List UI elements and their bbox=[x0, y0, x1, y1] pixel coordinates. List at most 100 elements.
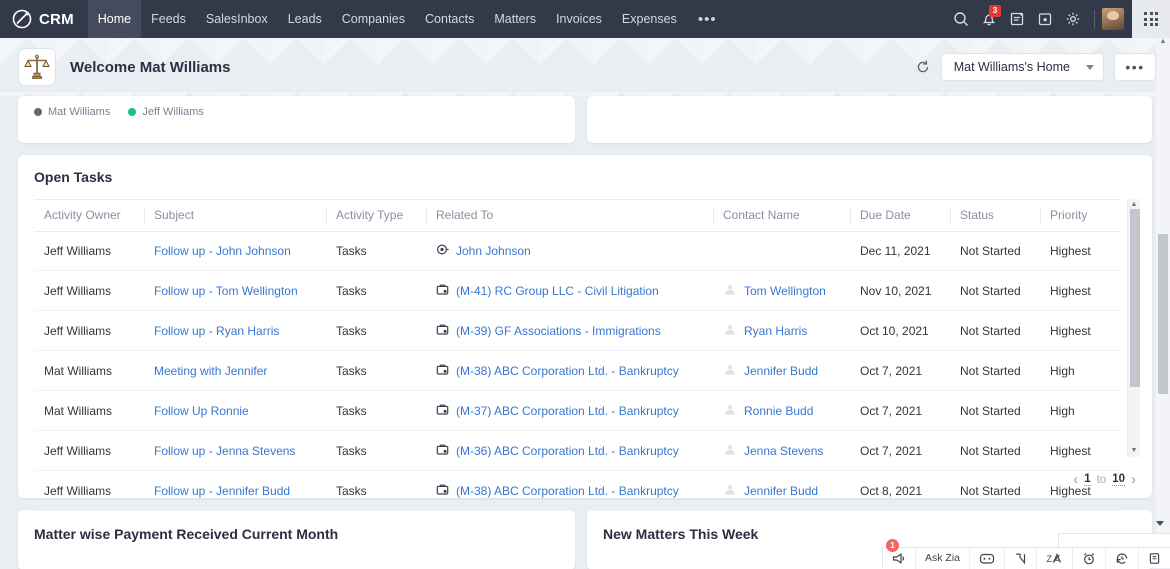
chevron-down-icon bbox=[1086, 65, 1094, 70]
col-activity-owner[interactable]: Activity Owner bbox=[34, 200, 144, 232]
cell-related-to-link[interactable]: (M-37) ABC Corporation Ltd. - Bankruptcy bbox=[456, 404, 679, 418]
table-pagination: ‹ 1 to 10 › bbox=[1073, 471, 1136, 488]
dashboard-body: Mat Williams Jeff Williams Open Tasks A bbox=[0, 96, 1170, 568]
zia-voice-icon[interactable]: Z bbox=[1037, 548, 1073, 569]
pagination-prev-button[interactable]: ‹ bbox=[1073, 471, 1078, 488]
cell-priority: High bbox=[1040, 351, 1120, 391]
nav-item-matters[interactable]: Matters bbox=[484, 0, 546, 38]
col-due-date[interactable]: Due Date bbox=[850, 200, 950, 232]
nav-item-salesinbox[interactable]: SalesInbox bbox=[196, 0, 278, 38]
recent-history-icon[interactable] bbox=[1106, 548, 1139, 569]
scroll-down-arrow-icon[interactable]: ▼ bbox=[1131, 445, 1138, 457]
cell-priority: Highest bbox=[1040, 271, 1120, 311]
refresh-icon[interactable] bbox=[915, 59, 931, 75]
cell-owner: Jeff Williams bbox=[34, 232, 144, 271]
cell-due-date: Oct 8, 2021 bbox=[850, 471, 950, 511]
cell-owner: Jeff Williams bbox=[34, 431, 144, 471]
nav-item-companies[interactable]: Companies bbox=[332, 0, 415, 38]
cell-subject-link[interactable]: Follow up - John Johnson bbox=[154, 244, 291, 258]
announcement-icon[interactable]: 1 bbox=[883, 548, 916, 569]
cell-subject-link[interactable]: Follow up - Tom Wellington bbox=[154, 284, 298, 298]
contact-avatar-icon bbox=[723, 442, 737, 459]
col-contact-name[interactable]: Contact Name bbox=[713, 200, 850, 232]
cell-contact-link[interactable]: Jennifer Budd bbox=[744, 484, 818, 498]
cell-priority: Highest bbox=[1040, 431, 1120, 471]
chat-bot-icon[interactable] bbox=[970, 548, 1005, 569]
page-more-actions-button[interactable]: ••• bbox=[1114, 53, 1156, 81]
table-row[interactable]: Jeff Williams Follow up - Ryan Harris Ta… bbox=[34, 311, 1120, 351]
cell-subject-link[interactable]: Follow up - Ryan Harris bbox=[154, 324, 279, 338]
col-subject[interactable]: Subject bbox=[144, 200, 326, 232]
table-row[interactable]: Jeff Williams Follow up - Jenna Stevens … bbox=[34, 431, 1120, 471]
table-row[interactable]: Mat Williams Follow Up Ronnie Tasks (M-3… bbox=[34, 391, 1120, 431]
home-view-select[interactable]: Mat Williams's Home bbox=[941, 53, 1104, 81]
search-icon[interactable] bbox=[947, 0, 975, 38]
calendar-icon[interactable] bbox=[1031, 0, 1059, 38]
portfolio-icon bbox=[436, 363, 449, 379]
table-row[interactable]: Jeff Williams Follow up - Tom Wellington… bbox=[34, 271, 1120, 311]
nav-item-home[interactable]: Home bbox=[88, 0, 141, 38]
add-note-icon[interactable] bbox=[1003, 0, 1031, 38]
notification-count-badge: 3 bbox=[989, 5, 1001, 17]
col-status[interactable]: Status bbox=[950, 200, 1040, 232]
table-vertical-scrollbar[interactable]: ▲ ▼ bbox=[1127, 199, 1140, 457]
notifications-bell-icon[interactable]: 3 bbox=[975, 0, 1003, 38]
cell-contact-link[interactable]: Jennifer Budd bbox=[744, 364, 818, 378]
col-related-to[interactable]: Related To bbox=[426, 200, 713, 232]
scrollbar-thumb[interactable] bbox=[1130, 209, 1140, 387]
nav-item-feeds[interactable]: Feeds bbox=[141, 0, 196, 38]
contact-avatar-icon bbox=[723, 402, 737, 419]
cell-contact-link[interactable]: Tom Wellington bbox=[744, 284, 826, 298]
table-row[interactable]: Jeff Williams Follow up - Jennifer Budd … bbox=[34, 471, 1120, 511]
page-scroll-up-arrow-icon[interactable]: ▲ bbox=[1156, 38, 1170, 45]
share-cursor-icon[interactable] bbox=[1005, 548, 1037, 569]
alarm-clock-icon[interactable] bbox=[1073, 548, 1106, 569]
table-row[interactable]: Jeff Williams Follow up - John Johnson T… bbox=[34, 232, 1120, 271]
legend-item-mat-williams[interactable]: Mat Williams bbox=[34, 106, 110, 118]
notes-icon[interactable] bbox=[1139, 548, 1170, 569]
cell-status: Not Started bbox=[950, 351, 1040, 391]
bottom-bar-extension bbox=[1058, 533, 1170, 547]
cell-subject-link[interactable]: Follow up - Jenna Stevens bbox=[154, 444, 295, 458]
settings-gear-icon[interactable] bbox=[1059, 0, 1087, 38]
cell-contact-link[interactable]: Ronnie Budd bbox=[744, 404, 813, 418]
nav-overflow-menu-icon[interactable]: ••• bbox=[687, 0, 728, 38]
nav-item-expenses[interactable]: Expenses bbox=[612, 0, 687, 38]
top-widgets-row: Mat Williams Jeff Williams bbox=[18, 96, 1152, 143]
cell-subject-link[interactable]: Follow up - Jennifer Budd bbox=[154, 484, 290, 498]
page-vertical-scrollbar[interactable]: ▲ bbox=[1156, 38, 1170, 568]
cell-related-to-link[interactable]: (M-39) GF Associations - Immigrations bbox=[456, 324, 661, 338]
page-scrollbar-thumb[interactable] bbox=[1158, 234, 1168, 394]
portfolio-icon bbox=[436, 283, 449, 299]
open-tasks-title: Open Tasks bbox=[34, 169, 1138, 185]
cell-related-to-link[interactable]: (M-38) ABC Corporation Ltd. - Bankruptcy bbox=[456, 484, 679, 498]
cell-contact-link[interactable]: Jenna Stevens bbox=[744, 444, 823, 458]
portfolio-icon bbox=[436, 443, 449, 459]
nav-item-invoices[interactable]: Invoices bbox=[546, 0, 612, 38]
legend-item-jeff-williams[interactable]: Jeff Williams bbox=[128, 106, 204, 118]
cell-related-to-link[interactable]: John Johnson bbox=[456, 244, 531, 258]
app-switcher-grid-icon[interactable] bbox=[1132, 0, 1170, 38]
pagination-next-button[interactable]: › bbox=[1131, 471, 1136, 488]
cell-subject-link[interactable]: Meeting with Jennifer bbox=[154, 364, 267, 378]
cell-related-to-link[interactable]: (M-36) ABC Corporation Ltd. - Bankruptcy bbox=[456, 444, 679, 458]
user-avatar[interactable] bbox=[1102, 8, 1124, 30]
top-navigation-bar: CRM Home Feeds SalesInbox Leads Companie… bbox=[0, 0, 1170, 38]
matter-payment-widget: Matter wise Payment Received Current Mon… bbox=[18, 510, 575, 569]
table-row[interactable]: Mat Williams Meeting with Jennifer Tasks… bbox=[34, 351, 1120, 391]
ask-zia-button[interactable]: Ask Zia bbox=[916, 548, 970, 569]
nav-item-contacts[interactable]: Contacts bbox=[415, 0, 484, 38]
cell-related-to-link[interactable]: (M-41) RC Group LLC - Civil Litigation bbox=[456, 284, 659, 298]
cell-owner: Mat Williams bbox=[34, 351, 144, 391]
col-activity-type[interactable]: Activity Type bbox=[326, 200, 426, 232]
cell-due-date: Oct 7, 2021 bbox=[850, 391, 950, 431]
crm-logo-icon bbox=[12, 9, 32, 29]
col-priority[interactable]: Priority bbox=[1040, 200, 1120, 232]
cell-contact-link[interactable]: Ryan Harris bbox=[744, 324, 807, 338]
bottom-bar-collapse-icon[interactable] bbox=[1156, 521, 1164, 526]
cell-related-to-link[interactable]: (M-38) ABC Corporation Ltd. - Bankruptcy bbox=[456, 364, 679, 378]
nav-item-leads[interactable]: Leads bbox=[278, 0, 332, 38]
cell-subject-link[interactable]: Follow Up Ronnie bbox=[154, 404, 249, 418]
contact-avatar-icon bbox=[723, 362, 737, 379]
crm-brand-logo[interactable]: CRM bbox=[0, 0, 88, 38]
